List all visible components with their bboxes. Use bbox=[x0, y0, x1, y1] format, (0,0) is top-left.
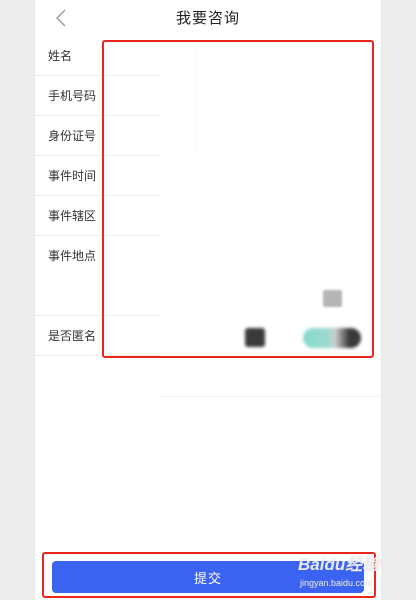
watermark-logo: Baidu经验 bbox=[298, 555, 380, 574]
watermark-url: jingyan.baidu.com bbox=[300, 578, 373, 588]
id-number-input[interactable] bbox=[105, 122, 369, 152]
field-label-district: 事件辖区 bbox=[48, 209, 97, 223]
page-title: 我要咨询 bbox=[175, 9, 240, 27]
faint-divider bbox=[160, 396, 381, 397]
phone-screen: 我要咨询 姓名 手机号码 身份证号 事件时间 事件辖区 事件地点 是否匿名 bbox=[35, 0, 381, 600]
field-label-time: 事件时间 bbox=[48, 169, 97, 183]
field-label-location: 事件地点 bbox=[48, 249, 97, 263]
name-input[interactable] bbox=[105, 42, 369, 72]
field-label-name: 姓名 bbox=[48, 49, 73, 63]
event-time-input[interactable] bbox=[105, 162, 369, 192]
field-label-anonymous: 是否匿名 bbox=[48, 329, 97, 343]
blurred-radio[interactable] bbox=[245, 328, 265, 347]
anonymous-toggle[interactable] bbox=[303, 328, 361, 348]
phone-input[interactable] bbox=[105, 82, 369, 112]
nav-header: 我要咨询 bbox=[35, 0, 381, 36]
event-district-input[interactable] bbox=[105, 202, 369, 232]
field-label-id: 身份证号 bbox=[48, 129, 97, 143]
faint-divider bbox=[195, 45, 196, 155]
blurred-icon bbox=[323, 290, 342, 307]
watermark: Baidu经验 jingyan.baidu.com bbox=[296, 548, 384, 592]
row-divider bbox=[35, 355, 160, 356]
field-label-phone: 手机号码 bbox=[48, 89, 97, 103]
